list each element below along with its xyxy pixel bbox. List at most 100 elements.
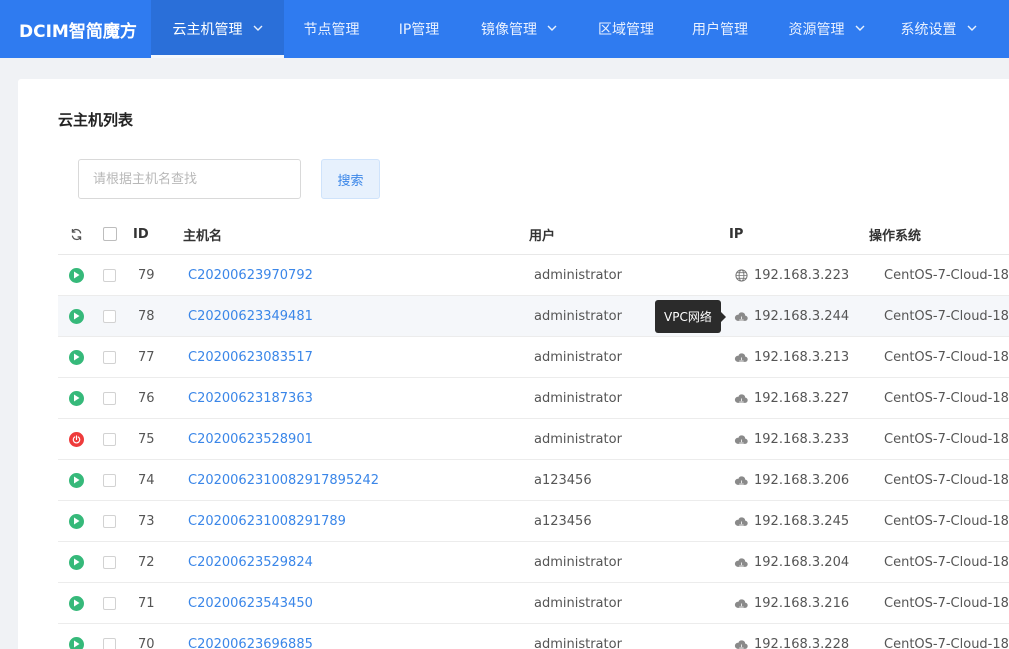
row-ip: 192.168.3.223 [734, 255, 849, 295]
search-button[interactable]: 搜索 [321, 159, 380, 199]
row-ip: 192.168.3.213 [734, 337, 849, 377]
host-link[interactable]: C20200623083517 [188, 337, 313, 377]
status-cell[interactable] [69, 337, 84, 377]
nav-item-2[interactable]: IP管理 [379, 0, 459, 58]
ip-address: 192.168.3.213 [754, 349, 850, 365]
table-row[interactable]: 73 C202006231008291789 a123456 192.168.3.24… [58, 501, 1009, 542]
table-row[interactable]: 78 C20200623349481 administrator 192.168.3.… [58, 296, 1009, 337]
column-header-ip[interactable]: IP [729, 214, 743, 254]
nav-item-5[interactable]: 用户管理 [673, 0, 767, 58]
host-link[interactable]: C20200623528901 [188, 419, 313, 459]
row-ip: 192.168.3.233 [734, 419, 849, 459]
row-checkbox[interactable] [103, 296, 116, 336]
status-cell[interactable] [69, 460, 84, 500]
host-link[interactable]: C20200623529824 [188, 542, 313, 582]
ip-address: 192.168.3.245 [754, 513, 850, 529]
host-link[interactable]: C20200623349481 [188, 296, 313, 336]
column-header-user[interactable]: 用户 [529, 214, 555, 254]
nav-menu: 云主机管理 节点管理 IP管理 镜像管理 区域管理 用户管理 资源管理 系统设置 [151, 0, 991, 58]
host-link[interactable]: C20200623970792 [188, 255, 313, 295]
status-cell[interactable] [69, 624, 84, 649]
nav-item-7[interactable]: 系统设置 [886, 0, 991, 58]
play-icon[interactable] [69, 308, 84, 324]
search-input[interactable] [78, 159, 301, 199]
row-user: administrator [534, 595, 622, 611]
app-logo[interactable]: DCIM智简魔方 [0, 0, 151, 58]
row-checkbox[interactable] [103, 255, 116, 295]
table-row[interactable]: 71 C20200623543450 administrator 192.168.3.… [58, 583, 1009, 624]
host-link[interactable]: C202006231008291789 [188, 501, 346, 541]
row-checkbox[interactable] [103, 378, 116, 418]
table-row[interactable]: 72 C20200623529824 administrator 192.168.3.… [58, 542, 1009, 583]
cloud-icon[interactable] [734, 391, 748, 405]
nav-item-4[interactable]: 区域管理 [579, 0, 673, 58]
row-user: administrator [534, 308, 622, 324]
row-os: CentOS-7-Cloud-18 [884, 390, 1009, 406]
cloud-icon[interactable] [734, 596, 748, 610]
cloud-icon[interactable] [734, 350, 748, 364]
table-row[interactable]: 70 C20200623696885 administrator 192.168.3.… [58, 624, 1009, 649]
row-checkbox[interactable] [103, 583, 116, 623]
cloud-icon[interactable] [734, 555, 748, 569]
cloud-icon[interactable] [734, 514, 748, 528]
cloud-icon[interactable] [734, 432, 748, 446]
refresh-button[interactable] [69, 214, 83, 254]
column-header-os[interactable]: 操作系统 [869, 214, 921, 254]
play-icon[interactable] [69, 390, 84, 406]
globe-icon[interactable] [734, 268, 748, 282]
table-row[interactable]: 76 C20200623187363 administrator 192.168.3.… [58, 378, 1009, 419]
status-cell[interactable] [69, 583, 84, 623]
row-os: CentOS-7-Cloud-18 [884, 595, 1009, 611]
play-icon[interactable] [69, 472, 84, 488]
nav-item-0[interactable]: 云主机管理 [151, 0, 284, 58]
power-icon[interactable] [69, 431, 84, 447]
table-header: ID 主机名 用户 IP 操作系统 [58, 214, 1009, 255]
select-all-checkbox[interactable] [103, 214, 117, 254]
status-cell[interactable] [69, 255, 84, 295]
checkbox-box [103, 268, 116, 282]
play-icon[interactable] [69, 349, 84, 365]
play-icon[interactable] [69, 267, 84, 283]
host-link[interactable]: C20200623187363 [188, 378, 313, 418]
play-icon[interactable] [69, 636, 84, 649]
row-checkbox[interactable] [103, 337, 116, 377]
row-ip: 192.168.3.228 [734, 624, 849, 649]
play-icon[interactable] [69, 595, 84, 611]
table-row[interactable]: 75 C20200623528901 administrator 192.168.3.… [58, 419, 1009, 460]
table-row[interactable]: 79 C20200623970792 administrator 192.168.3.… [58, 255, 1009, 296]
status-cell[interactable] [69, 501, 84, 541]
cloud-icon[interactable] [734, 473, 748, 487]
table-body: 79 C20200623970792 administrator 192.168.3.… [58, 255, 1009, 649]
table-row[interactable]: 77 C20200623083517 administrator 192.168.3.… [58, 337, 1009, 378]
row-os: CentOS-7-Cloud-18 [884, 267, 1009, 283]
nav-item-1[interactable]: 节点管理 [284, 0, 379, 58]
chevron-down-icon [253, 25, 263, 32]
play-icon[interactable] [69, 554, 84, 570]
nav-item-3[interactable]: 镜像管理 [459, 0, 579, 58]
row-id: 76 [138, 390, 155, 406]
host-link[interactable]: C20200623543450 [188, 583, 313, 623]
cloud-icon[interactable] [734, 637, 748, 649]
status-cell[interactable] [69, 296, 84, 336]
status-cell[interactable] [69, 378, 84, 418]
play-icon[interactable] [69, 513, 84, 529]
column-header-host[interactable]: 主机名 [183, 214, 222, 254]
row-checkbox[interactable] [103, 542, 116, 582]
row-os: CentOS-7-Cloud-18 [884, 349, 1009, 365]
cloud-icon[interactable] [734, 309, 748, 323]
host-link[interactable]: C2020062310082917895242 [188, 460, 379, 500]
row-id: 77 [138, 349, 155, 365]
top-nav: DCIM智简魔方 云主机管理 节点管理 IP管理 镜像管理 区域管理 用户管理 资源管理 系统… [0, 0, 1009, 58]
row-checkbox[interactable] [103, 501, 116, 541]
column-header-id[interactable]: ID [133, 214, 149, 254]
ip-address: 192.168.3.204 [754, 554, 850, 570]
status-cell[interactable] [69, 419, 84, 459]
table-row[interactable]: 74 C2020062310082917895242 a123456 192.168.… [58, 460, 1009, 501]
nav-item-6[interactable]: 资源管理 [767, 0, 886, 58]
status-cell[interactable] [69, 542, 84, 582]
row-checkbox[interactable] [103, 460, 116, 500]
row-checkbox[interactable] [103, 419, 116, 459]
nav-item-label: 节点管理 [303, 22, 360, 38]
host-link[interactable]: C20200623696885 [188, 624, 313, 649]
row-checkbox[interactable] [103, 624, 116, 649]
